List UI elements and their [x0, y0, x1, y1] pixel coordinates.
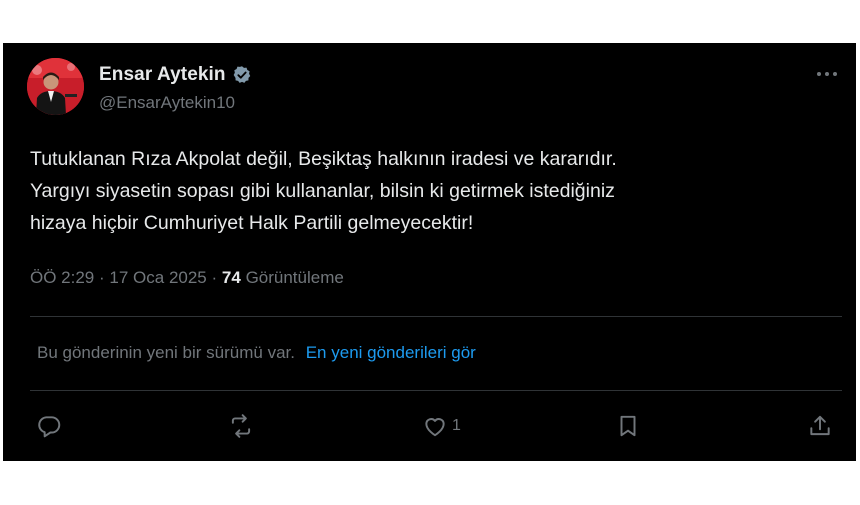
- tweet-time[interactable]: ÖÖ 2:29: [30, 268, 94, 287]
- author-display-name[interactable]: Ensar Aytekin: [99, 64, 226, 86]
- views-label: Görüntüleme: [245, 268, 344, 287]
- heart-icon: [425, 418, 445, 437]
- author-name-row: Ensar Aytekin: [99, 64, 252, 86]
- avatar[interactable]: [27, 58, 84, 115]
- divider: [30, 316, 842, 317]
- tweet-date[interactable]: 17 Oca 2025: [109, 268, 206, 287]
- meta-separator: ·: [99, 268, 105, 287]
- repost-button[interactable]: [228, 413, 258, 439]
- views-count: 74: [221, 268, 241, 287]
- tweet-text: Tutuklanan Rıza Akpolat değil, Beşiktaş …: [30, 143, 830, 239]
- tweet-text-line: Yargıyı siyasetin sopası gibi kullananla…: [30, 180, 615, 202]
- verified-badge-icon: [233, 66, 250, 83]
- reply-button[interactable]: [36, 413, 66, 439]
- share-button[interactable]: [807, 413, 833, 439]
- bookmark-button[interactable]: [615, 413, 641, 439]
- tweet-text-line: Tutuklanan Rıza Akpolat değil, Beşiktaş …: [30, 148, 617, 170]
- reply-icon: [38, 416, 61, 438]
- latest-posts-link[interactable]: En yeni gönderileri gör: [306, 343, 476, 362]
- notice-text: Bu gönderinin yeni bir sürümü var.: [37, 343, 295, 362]
- repost-icon: [231, 414, 251, 438]
- share-icon: [810, 415, 830, 436]
- tweet-text-line: hizaya hiçbir Cumhuriyet Halk Partili ge…: [30, 212, 474, 234]
- author-handle[interactable]: @EnsarAytekin10: [99, 93, 235, 113]
- divider: [30, 390, 842, 391]
- tweet-actions-bar: 1: [3, 413, 856, 443]
- more-horizontal-icon[interactable]: [815, 64, 839, 84]
- new-version-notice: Bu gönderinin yeni bir sürümü var. En ye…: [37, 343, 476, 363]
- like-button[interactable]: 1: [422, 413, 461, 439]
- tweet-card: Ensar Aytekin @EnsarAytekin10 Tutuklanan…: [3, 43, 856, 461]
- tweet-meta: ÖÖ 2:29 · 17 Oca 2025 · 74 Görüntüleme: [30, 268, 344, 288]
- bookmark-icon: [620, 415, 636, 437]
- avatar-photo: [27, 58, 84, 115]
- meta-separator: ·: [211, 268, 218, 287]
- like-count: 1: [452, 417, 461, 434]
